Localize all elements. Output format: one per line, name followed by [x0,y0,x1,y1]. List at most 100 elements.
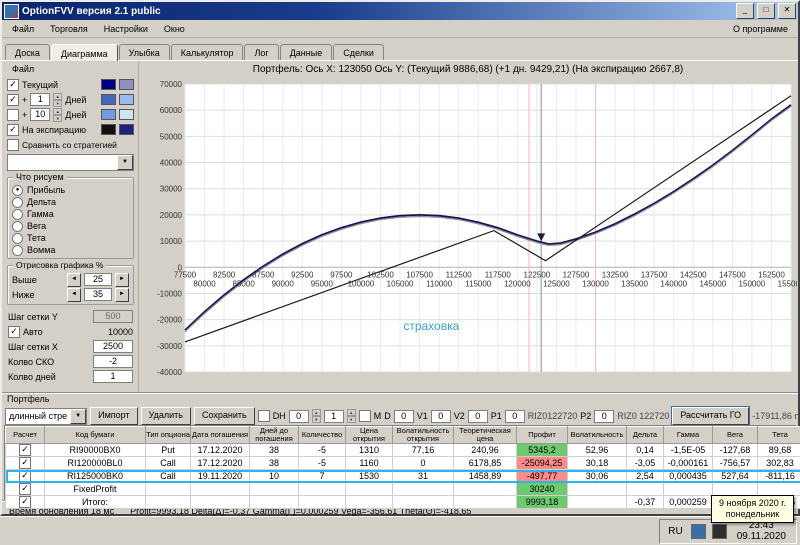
plus1-days-input[interactable]: 1 [30,93,50,106]
menu-trading[interactable]: Торговля [42,22,96,36]
column-header[interactable]: Профит [517,427,568,444]
spin-up-icon[interactable]: ▲ [312,409,321,416]
column-header[interactable]: Теоретическая цена [454,427,517,444]
sko-input[interactable]: -2 [93,355,133,368]
m-checkbox[interactable] [359,410,371,422]
tab-calculator[interactable]: Калькулятор [171,44,244,60]
radio-icon[interactable] [12,221,23,232]
tray-app-icon[interactable] [691,524,706,539]
tray-icon[interactable] [712,524,727,539]
menu-about[interactable]: О программе [725,22,796,36]
days-count-input[interactable]: 1 [93,370,133,383]
auto-checkbox[interactable]: ✓ [8,326,20,338]
column-header[interactable]: Дельта [627,427,664,444]
column-header[interactable]: Вега [713,427,758,444]
tab-log[interactable]: Лог [244,44,278,60]
radio-icon[interactable] [12,245,23,256]
tab-board[interactable]: Доска [5,44,50,60]
plus10-spinner[interactable]: ▲▼ [53,108,62,122]
current-color-swatch-2[interactable] [119,79,134,90]
plus1-color-swatch-1[interactable] [101,94,116,105]
maximize-button[interactable]: □ [757,3,775,19]
spin-down-icon[interactable]: ▼ [53,100,62,107]
v2-input[interactable]: 0 [468,410,488,423]
menu-settings[interactable]: Настройки [96,22,156,36]
table-row[interactable]: ✓Итого:9993,18-0,370,000259-356,61-418,6… [6,496,800,509]
spin-up-icon[interactable]: ▲ [53,93,62,100]
spin-up-icon[interactable]: ▲ [347,409,356,416]
radio-vomma[interactable]: Вомма [12,244,129,256]
expiration-color-swatch-1[interactable] [101,124,116,135]
calc-margin-button[interactable]: Рассчитать ГО [672,407,749,425]
column-header[interactable]: Волатильность [568,427,627,444]
decrease-icon[interactable]: ◄ [67,273,81,287]
table-row[interactable]: ✓FixedProfit30240 [6,483,800,496]
column-header[interactable]: Количество [299,427,346,444]
dh-value-2[interactable]: 1 [324,410,344,423]
strategy-select[interactable]: длинный стре ▼ [5,408,87,425]
radio-icon[interactable]: ● [12,185,23,196]
plus10-color-swatch-1[interactable] [101,109,116,120]
menu-window[interactable]: Окно [156,22,193,36]
column-header[interactable]: Дней до погашения [250,427,299,444]
column-header[interactable]: Код бумаги [45,427,146,444]
dh-spinner-1[interactable]: ▲▼ [312,409,321,423]
delete-button[interactable]: Удалить [141,407,191,425]
plus10-checkbox[interactable] [7,109,19,121]
chart-file-menu[interactable]: Файл [8,63,38,75]
radio-delta[interactable]: Дельта [12,196,129,208]
spin-down-icon[interactable]: ▼ [347,416,356,423]
spin-up-icon[interactable]: ▲ [53,108,62,115]
plus10-days-input[interactable]: 10 [30,108,50,121]
import-button[interactable]: Импорт [90,407,137,425]
radio-vega[interactable]: Вега [12,220,129,232]
plus1-checkbox[interactable]: ✓ [7,94,19,106]
column-header[interactable]: Тета [758,427,800,444]
expiration-color-swatch-2[interactable] [119,124,134,135]
dh-value-1[interactable]: 0 [289,410,309,423]
close-button[interactable]: ✕ [778,3,796,19]
p1-input[interactable]: 0 [505,410,525,423]
increase-icon[interactable]: ► [115,288,129,302]
tab-deals[interactable]: Сделки [333,44,384,60]
grid-step-x-input[interactable]: 2500 [93,340,133,353]
tray-clock[interactable]: 23:43 09.11.2020 [733,520,790,542]
radio-icon[interactable] [12,197,23,208]
current-checkbox[interactable]: ✓ [7,79,19,91]
plus1-spinner[interactable]: ▲▼ [53,93,62,107]
compare-strategy-select[interactable]: ▼ [7,154,134,171]
row-check-cell[interactable]: ✓ [6,496,45,509]
radio-icon[interactable] [12,209,23,220]
menu-file[interactable]: Файл [4,22,42,36]
column-header[interactable]: Дата погашения [191,427,250,444]
profit-chart[interactable]: 700006000050000400003000020000100000-100… [141,78,797,380]
chevron-down-icon[interactable]: ▼ [70,409,86,424]
spin-down-icon[interactable]: ▼ [312,416,321,423]
row-check-cell[interactable]: ✓ [6,444,45,457]
below-value[interactable]: 35 [84,288,112,301]
table-row[interactable]: ✓RI125000BK0Call19.11.20201071530311458,… [6,470,800,483]
radio-gamma[interactable]: Гамма [12,208,129,220]
row-check-cell[interactable]: ✓ [6,483,45,496]
chevron-down-icon[interactable]: ▼ [117,155,133,170]
spin-down-icon[interactable]: ▼ [53,115,62,122]
d-input[interactable]: 0 [394,410,414,423]
column-header[interactable]: Волатильность открытия [393,427,454,444]
column-header[interactable]: Гамма [664,427,713,444]
column-header[interactable]: Тип опциона [146,427,191,444]
p2-input[interactable]: 0 [594,410,614,423]
column-header[interactable]: Расчет [6,427,45,444]
current-color-swatch-1[interactable] [101,79,116,90]
compare-checkbox[interactable] [7,139,19,151]
row-check-cell[interactable]: ✓ [6,457,45,470]
radio-icon[interactable] [12,233,23,244]
dh-spinner-2[interactable]: ▲▼ [347,409,356,423]
tab-smile[interactable]: Улыбка [119,44,170,60]
expiration-checkbox[interactable]: ✓ [7,124,19,136]
minimize-button[interactable]: _ [736,3,754,19]
plus1-color-swatch-2[interactable] [119,94,134,105]
save-button[interactable]: Сохранить [194,407,255,425]
table-row[interactable]: ✓RI120000BL0Call17.12.202038-5116006178,… [6,457,800,470]
radio-profit[interactable]: ●Прибыль [12,184,129,196]
table-row[interactable]: ✓RI90000BX0Put17.12.202038-5131077,16240… [6,444,800,457]
